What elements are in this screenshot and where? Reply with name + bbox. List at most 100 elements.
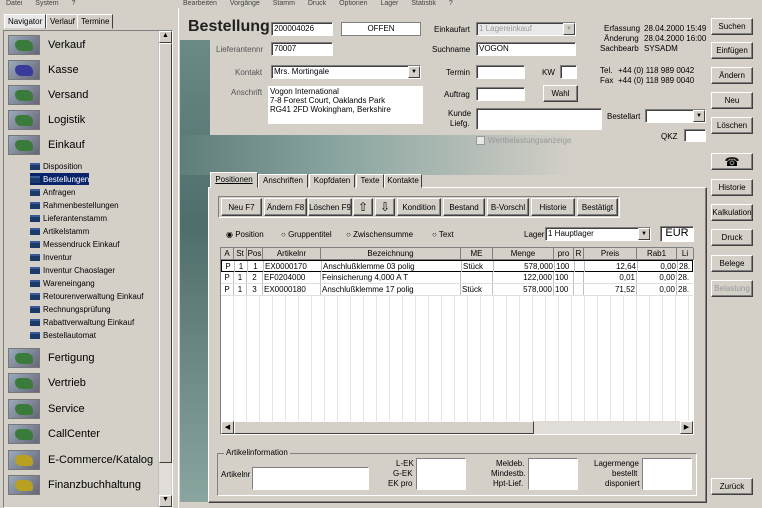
belastung-button[interactable]: Belastung [711, 280, 753, 297]
aendern-button[interactable]: Ändern F8 [264, 198, 307, 216]
tab-navigator[interactable]: Navigator [4, 14, 47, 29]
nav-service[interactable]: Service [8, 398, 85, 420]
chevron-down-icon[interactable]: ▼ [408, 66, 420, 78]
chevron-down-icon[interactable]: ▼ [693, 110, 705, 122]
lieferantennr-field[interactable]: 70007 [271, 42, 333, 56]
col-header[interactable]: Artikelnr [263, 248, 321, 260]
navigator-scrollbar[interactable]: ▲ ▼ [158, 31, 172, 507]
radio-text[interactable]: ○ Text [432, 230, 454, 239]
suchname-field[interactable]: VOGON [476, 42, 576, 56]
scroll-up-button[interactable]: ▲ [159, 31, 172, 43]
tab-positionen[interactable]: Positionen [210, 172, 258, 188]
einfuegen-button[interactable]: Einfügen [711, 42, 753, 59]
col-header[interactable]: Bezeichnung [321, 248, 461, 260]
nav-item-messendruck[interactable]: Messendruck Einkauf [30, 238, 119, 250]
nav-finanzbuchhaltung[interactable]: Finanzbuchhaltung [8, 474, 141, 496]
nav-einkauf[interactable]: Einkauf [8, 134, 85, 156]
druck-button[interactable]: Druck [711, 229, 753, 246]
bvorschl-button[interactable]: B-Vorschl [487, 198, 529, 216]
anschrift-field[interactable]: Vogon International 7-8 Forest Court, Oa… [268, 86, 423, 124]
kondition-button[interactable]: Kondition [397, 198, 441, 216]
kw-field[interactable] [560, 65, 577, 79]
wahl-button[interactable]: Wahl [543, 85, 578, 102]
chevron-down-icon[interactable]: ▼ [638, 228, 650, 240]
historie-pos-button[interactable]: Historie [531, 198, 575, 216]
col-header[interactable]: Pos [247, 248, 263, 260]
kalkulation-button[interactable]: Kalkulation [711, 204, 753, 221]
menu-datei[interactable]: Datei [6, 0, 22, 7]
qkz-field[interactable] [684, 129, 706, 142]
scroll-thumb[interactable] [159, 43, 172, 463]
bestaetigt-button[interactable]: Bestätigt [577, 198, 618, 216]
nav-item-lieferantenstamm[interactable]: Lieferantenstamm [30, 212, 107, 224]
nav-item-retourenverwaltung[interactable]: Retourenverwaltung Einkauf [30, 290, 144, 302]
nav-item-bestellautomat[interactable]: Bestellautomat [30, 329, 96, 341]
neu-button[interactable]: Neu F7 [221, 198, 262, 216]
scroll-thumb[interactable] [234, 421, 534, 434]
nav-item-bestellungen[interactable]: Bestellungen [30, 173, 90, 185]
nav-logistik[interactable]: Logistik [8, 109, 85, 131]
auftrag-field[interactable] [476, 87, 525, 101]
belege-button[interactable]: Belege [711, 255, 753, 272]
col-header[interactable]: pro [554, 248, 574, 260]
radio-zwischensumme[interactable]: ○ Zwischensumme [346, 230, 413, 239]
nav-item-inventur[interactable]: Inventur [30, 251, 72, 263]
neu-right-button[interactable]: Neu [711, 92, 753, 109]
tab-anschriften[interactable]: Anschriften [258, 174, 308, 188]
loeschen-button[interactable]: Löschen F9 [308, 198, 352, 216]
menu-statistik[interactable]: Statistik [411, 0, 436, 7]
scroll-left-button[interactable]: ◀ [221, 421, 234, 434]
positions-table[interactable]: A St Pos Artikelnr Bezeichnung ME Menge … [220, 247, 694, 435]
termin-field[interactable] [476, 65, 525, 79]
bestellart-select[interactable]: ▼ [645, 109, 706, 123]
table-hscrollbar[interactable]: ◀ ▶ [221, 421, 693, 434]
tab-texte[interactable]: Texte [356, 174, 384, 188]
menu-help[interactable]: ? [72, 0, 76, 7]
nav-fertigung[interactable]: Fertigung [8, 347, 94, 369]
nav-item-inventur-chaoslager[interactable]: Inventur Chaoslager [30, 264, 115, 276]
col-header[interactable]: Menge [493, 248, 554, 260]
col-header[interactable]: R [574, 248, 584, 260]
table-row[interactable]: P 1 2 EF0204000 Feinsicherung 4,000 A T … [221, 272, 693, 284]
nav-ecommerce[interactable]: E-Commerce/Katalog [8, 449, 153, 471]
kunde-liefg-field[interactable] [476, 108, 602, 130]
zurueck-button[interactable]: Zurück [711, 478, 753, 495]
radio-gruppentitel[interactable]: ○ Gruppentitel [281, 230, 332, 239]
order-number-field[interactable]: 200004026 [271, 22, 333, 36]
menu-system[interactable]: System [35, 0, 58, 7]
tab-termine[interactable]: Termine [77, 14, 114, 29]
menu-bearbeiten[interactable]: Bearbeiten [183, 0, 217, 7]
scroll-right-button[interactable]: ▶ [680, 421, 693, 434]
wertbelastung-checkbox[interactable] [476, 136, 485, 145]
phone-button[interactable]: ☎ [711, 153, 753, 170]
suchen-button[interactable]: Suchen [711, 18, 753, 35]
lager-select[interactable]: 1 Hauptlager ▼ [545, 227, 651, 241]
col-header[interactable]: Li [677, 248, 694, 260]
col-header[interactable]: ME [461, 248, 493, 260]
nav-item-rabattverwaltung[interactable]: Rabattverwaltung Einkauf [30, 316, 134, 328]
aendern-right-button[interactable]: Ändern [711, 67, 753, 84]
nav-item-anfragen[interactable]: Anfragen [30, 186, 75, 198]
nav-verkauf[interactable]: Verkauf [8, 34, 85, 56]
tab-verlauf[interactable]: Verlauf [46, 14, 79, 29]
kontakt-select[interactable]: Mrs. Mortingale ▼ [271, 65, 421, 79]
menu-help-app[interactable]: ? [449, 0, 453, 7]
table-row[interactable]: P 1 1 EX0000170 Anschlußklemme 03 polig … [221, 260, 693, 272]
nav-item-rahmenbestellungen[interactable]: Rahmenbestellungen [30, 199, 119, 211]
menu-optionen[interactable]: Optionen [339, 0, 367, 7]
chevron-down-icon[interactable]: ▼ [563, 23, 575, 35]
bestand-button[interactable]: Bestand [443, 198, 485, 216]
col-header[interactable]: Rab1 [637, 248, 677, 260]
col-header[interactable]: Preis [584, 248, 637, 260]
menu-stamm[interactable]: Stamm [273, 0, 295, 7]
menu-druck[interactable]: Druck [308, 0, 326, 7]
nav-item-artikelstamm[interactable]: Artikelstamm [30, 225, 89, 237]
nav-callcenter[interactable]: CallCenter [8, 423, 100, 445]
move-down-button[interactable]: ⇩ [375, 198, 395, 216]
radio-position[interactable]: ◉ Position [226, 230, 264, 239]
col-header[interactable]: St [234, 248, 247, 260]
table-row[interactable]: P 1 3 EX0000180 Anschlußklemme 17 polig … [221, 284, 693, 296]
nav-item-rechnungspruefung[interactable]: Rechnungsprüfung [30, 303, 111, 315]
tab-kopfdaten[interactable]: Kopfdaten [309, 174, 355, 188]
loeschen-right-button[interactable]: Löschen [711, 117, 753, 134]
